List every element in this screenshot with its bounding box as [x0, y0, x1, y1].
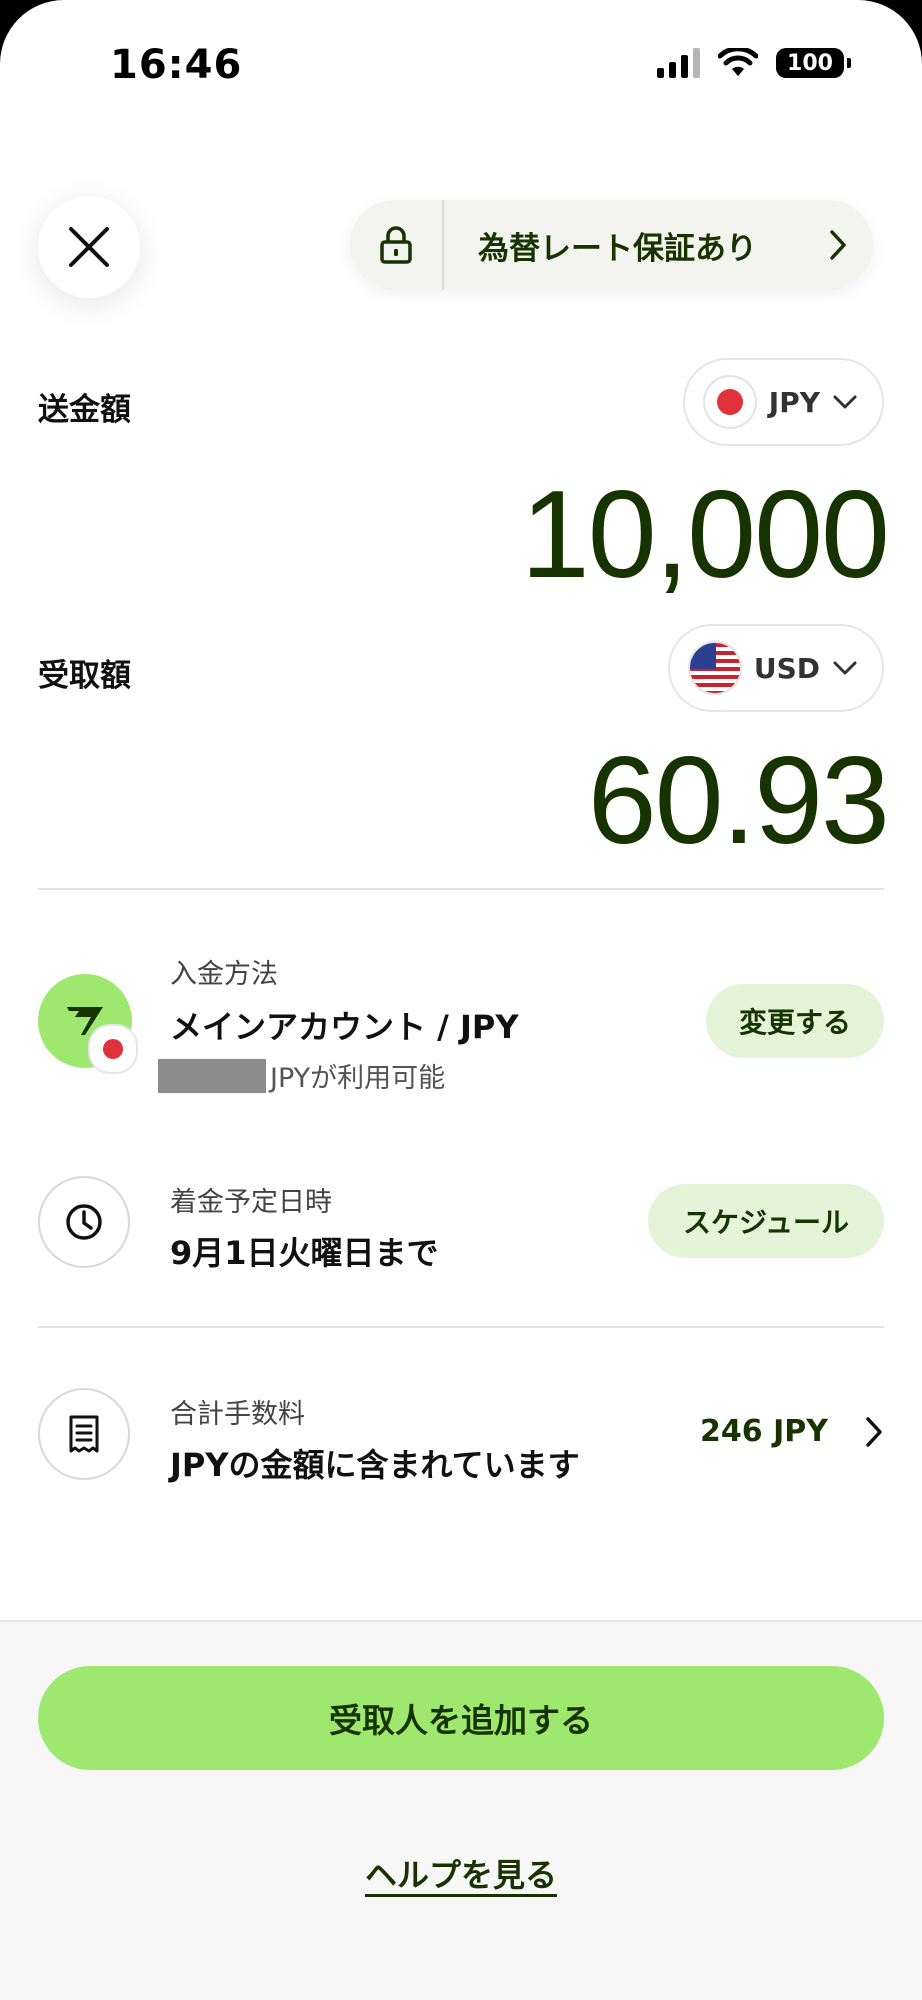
us-flag-icon	[687, 641, 742, 695]
available-balance: JPYが利用可能	[158, 1056, 445, 1095]
rate-guarantee-label: 為替レート保証あり	[478, 230, 757, 267]
payment-method-value: メインアカウント / JPY	[170, 1008, 519, 1046]
send-amount-input[interactable]: 10,000	[521, 464, 890, 606]
status-icons: 100	[657, 48, 851, 78]
close-button[interactable]	[38, 196, 140, 298]
send-amount-label: 送金額	[38, 392, 131, 428]
fees-amount[interactable]: 246 JPY	[700, 1414, 828, 1449]
fees-title: 合計手数料	[170, 1399, 305, 1430]
help-link[interactable]: ヘルプを見る	[0, 1850, 922, 1896]
receive-amount-input[interactable]: 60.93	[588, 730, 890, 872]
chevron-right-icon[interactable]	[864, 1416, 884, 1452]
masked-balance	[158, 1058, 266, 1093]
clock-icon	[38, 1176, 130, 1268]
wifi-icon	[718, 48, 758, 76]
transfer-screen: 16:46 100 為替レート保証あり 送金額 JPY 10,000 受取額 U…	[0, 0, 922, 2000]
arrival-title: 着金予定日時	[170, 1187, 332, 1218]
rate-guarantee-button[interactable]: 為替レート保証あり	[350, 200, 873, 290]
send-currency-selector[interactable]: JPY	[682, 358, 884, 446]
close-icon	[69, 227, 109, 267]
status-time: 16:46	[110, 42, 243, 88]
chevron-down-icon	[833, 661, 857, 675]
japan-flag-icon	[90, 1026, 136, 1072]
schedule-button[interactable]: スケジュール	[648, 1184, 884, 1258]
available-note: JPYが利用可能	[270, 1063, 446, 1094]
receive-amount-label: 受取額	[38, 658, 131, 694]
chevron-right-icon	[803, 229, 873, 261]
receipt-icon	[38, 1388, 130, 1480]
japan-flag-icon	[702, 375, 757, 429]
fees-value: JPYの金額に含まれています	[170, 1446, 580, 1484]
footer: 受取人を追加する ヘルプを見る	[0, 1620, 922, 2000]
battery-indicator: 100	[776, 48, 851, 78]
send-currency-code: JPY	[768, 385, 820, 419]
arrival-value: 9月1日火曜日まで	[170, 1234, 439, 1272]
receive-currency-selector[interactable]: USD	[667, 624, 884, 712]
change-payment-button[interactable]: 変更する	[706, 984, 884, 1058]
cellular-signal-icon	[657, 48, 700, 78]
lock-icon	[350, 200, 444, 290]
divider	[38, 1326, 884, 1328]
divider	[38, 888, 884, 890]
add-recipient-button[interactable]: 受取人を追加する	[38, 1666, 884, 1770]
chevron-down-icon	[833, 395, 857, 409]
payment-method-title: 入金方法	[170, 959, 278, 990]
receive-currency-code: USD	[753, 651, 820, 685]
